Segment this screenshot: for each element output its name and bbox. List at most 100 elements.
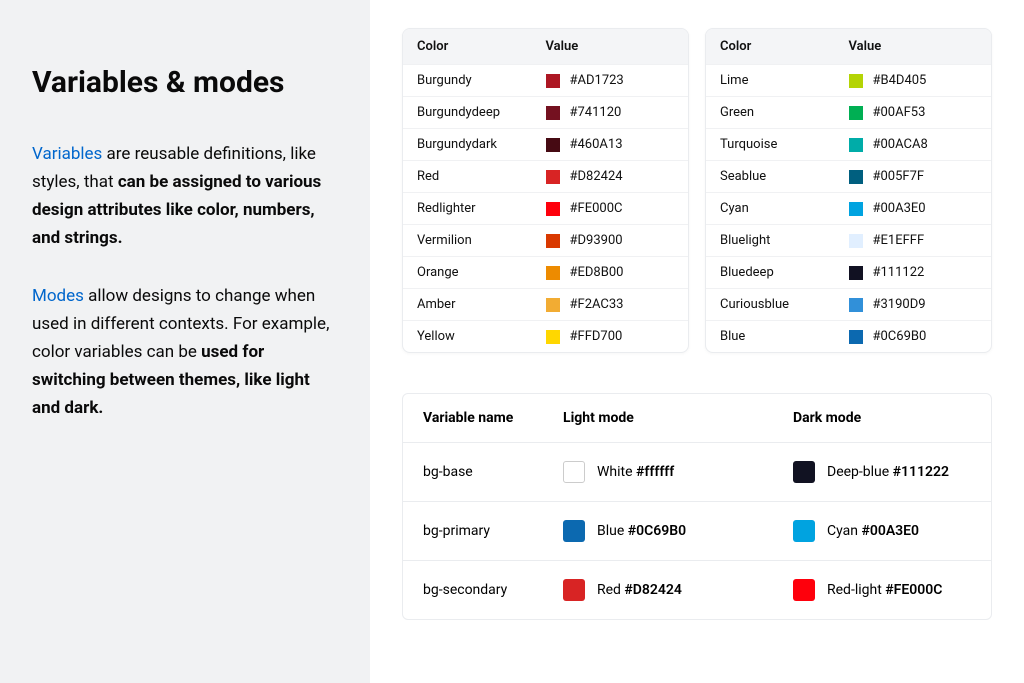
color-value-cell: #111122 — [849, 265, 978, 280]
color-hex: #741120 — [570, 105, 622, 120]
main-content: Color Value Burgundy#AD1723Burgundydeep#… — [370, 0, 1024, 683]
table-row: Green #00AF53 — [706, 96, 991, 128]
variable-name: bg-primary — [423, 523, 563, 539]
color-value-cell: #E1EFFF — [849, 233, 978, 248]
modes-link[interactable]: Modes — [32, 286, 84, 306]
color-swatch — [849, 106, 863, 120]
mode-label: Cyan #00A3E0 — [827, 523, 919, 539]
color-hex: #E1EFFF — [873, 233, 925, 248]
color-name: Green — [720, 105, 849, 120]
table-row: Blue#0C69B0 — [706, 320, 991, 352]
color-name: Seablue — [720, 169, 849, 184]
mode-cell-dark: Red-light #FE000C — [793, 579, 971, 601]
color-table-right: Color Value Lime#B4D405Green#00AF53Turqu… — [705, 28, 992, 353]
color-hex: #FE000C — [570, 201, 623, 216]
color-table-left: Color Value Burgundy#AD1723Burgundydeep#… — [402, 28, 689, 353]
modes-table-row: bg-secondary Red #D82424 Red-light #FE000C — [403, 560, 991, 619]
table-row: Burgundydark #460A13 — [403, 128, 688, 160]
color-name: Orange — [417, 265, 546, 280]
table-row: Burgundydeep#741120 — [403, 96, 688, 128]
color-value-cell: #B4D405 — [849, 73, 978, 88]
table-row: Burgundy#AD1723 — [403, 64, 688, 96]
header-value: Value — [849, 39, 978, 54]
color-hex: #00AF53 — [873, 105, 926, 120]
variables-link[interactable]: Variables — [32, 144, 102, 164]
color-value-cell: #3190D9 — [849, 297, 978, 312]
color-name: Lime — [720, 73, 849, 88]
color-swatch — [546, 202, 560, 216]
table-row: Seablue#005F7F — [706, 160, 991, 192]
color-swatch — [849, 74, 863, 88]
color-value-cell: #00ACA8 — [849, 137, 978, 152]
color-value-cell: #00AF53 — [849, 105, 978, 120]
mode-label: White #ffffff — [597, 464, 674, 480]
header-color: Color — [720, 39, 849, 54]
header-color: Color — [417, 39, 546, 54]
color-swatch — [546, 298, 560, 312]
color-value-cell: #460A13 — [546, 137, 675, 152]
color-value-cell: #00A3E0 — [849, 201, 978, 216]
color-value-cell: #FFD700 — [546, 329, 675, 344]
color-swatch — [849, 266, 863, 280]
color-hex: #111122 — [873, 265, 925, 280]
mode-swatch — [793, 579, 815, 601]
color-name: Amber — [417, 297, 546, 312]
color-hex: #0C69B0 — [873, 329, 927, 344]
color-name: Burgundydark — [417, 137, 546, 152]
sidebar: Variables & modes Variables are reusable… — [0, 0, 370, 683]
color-hex: #FFD700 — [570, 329, 623, 344]
mode-label: Red #D82424 — [597, 582, 682, 598]
mode-cell-light: Red #D82424 — [563, 579, 793, 601]
mode-label: Blue #0C69B0 — [597, 523, 686, 539]
mode-cell-dark: Cyan #00A3E0 — [793, 520, 971, 542]
table-row: Red#D82424 — [403, 160, 688, 192]
paragraph-variables: Variables are reusable definitions, like… — [32, 140, 338, 252]
table-row: Orange #ED8B00 — [403, 256, 688, 288]
modes-table-row: bg-primary Blue #0C69B0 Cyan #00A3E0 — [403, 501, 991, 560]
mode-label: Deep-blue #111222 — [827, 464, 949, 480]
variable-name: bg-base — [423, 464, 563, 480]
mode-cell-light: White #ffffff — [563, 461, 793, 483]
table-row: Yellow #FFD700 — [403, 320, 688, 352]
color-tables-container: Color Value Burgundy#AD1723Burgundydeep#… — [402, 28, 992, 353]
color-hex: #3190D9 — [873, 297, 926, 312]
header-value: Value — [546, 39, 675, 54]
color-value-cell: #005F7F — [849, 169, 978, 184]
table-row: Redlighter #FE000C — [403, 192, 688, 224]
paragraph-modes: Modes allow designs to change when used … — [32, 282, 338, 422]
table-row: Curiousblue#3190D9 — [706, 288, 991, 320]
color-name: Redlighter — [417, 201, 546, 216]
color-hex: #460A13 — [570, 137, 623, 152]
color-value-cell: #F2AC33 — [546, 297, 675, 312]
mode-label: Red-light #FE000C — [827, 582, 942, 598]
table-header: Color Value — [403, 29, 688, 64]
table-row: Lime #B4D405 — [706, 64, 991, 96]
color-hex: #ED8B00 — [570, 265, 624, 280]
header-light-mode: Light mode — [563, 410, 793, 426]
mode-swatch — [563, 461, 585, 483]
variable-name: bg-secondary — [423, 582, 563, 598]
header-variable-name: Variable name — [423, 410, 563, 426]
color-swatch — [849, 138, 863, 152]
color-swatch — [546, 170, 560, 184]
color-value-cell: #D82424 — [546, 169, 675, 184]
mode-swatch — [793, 461, 815, 483]
color-name: Bluedeep — [720, 265, 849, 280]
color-hex: #00A3E0 — [873, 201, 926, 216]
color-swatch — [849, 234, 863, 248]
color-swatch — [849, 170, 863, 184]
color-hex: #B4D405 — [873, 73, 927, 88]
color-name: Yellow — [417, 329, 546, 344]
color-swatch — [849, 330, 863, 344]
color-value-cell: #0C69B0 — [849, 329, 978, 344]
modes-table-row: bg-base White #ffffff Deep-blue #111222 — [403, 443, 991, 501]
color-name: Red — [417, 169, 546, 184]
modes-table: Variable name Light mode Dark mode bg-ba… — [402, 393, 992, 620]
color-swatch — [546, 330, 560, 344]
modes-table-header: Variable name Light mode Dark mode — [403, 394, 991, 443]
table-row: Cyan#00A3E0 — [706, 192, 991, 224]
mode-swatch — [793, 520, 815, 542]
color-swatch — [849, 202, 863, 216]
color-swatch — [546, 74, 560, 88]
color-hex: #F2AC33 — [570, 297, 624, 312]
